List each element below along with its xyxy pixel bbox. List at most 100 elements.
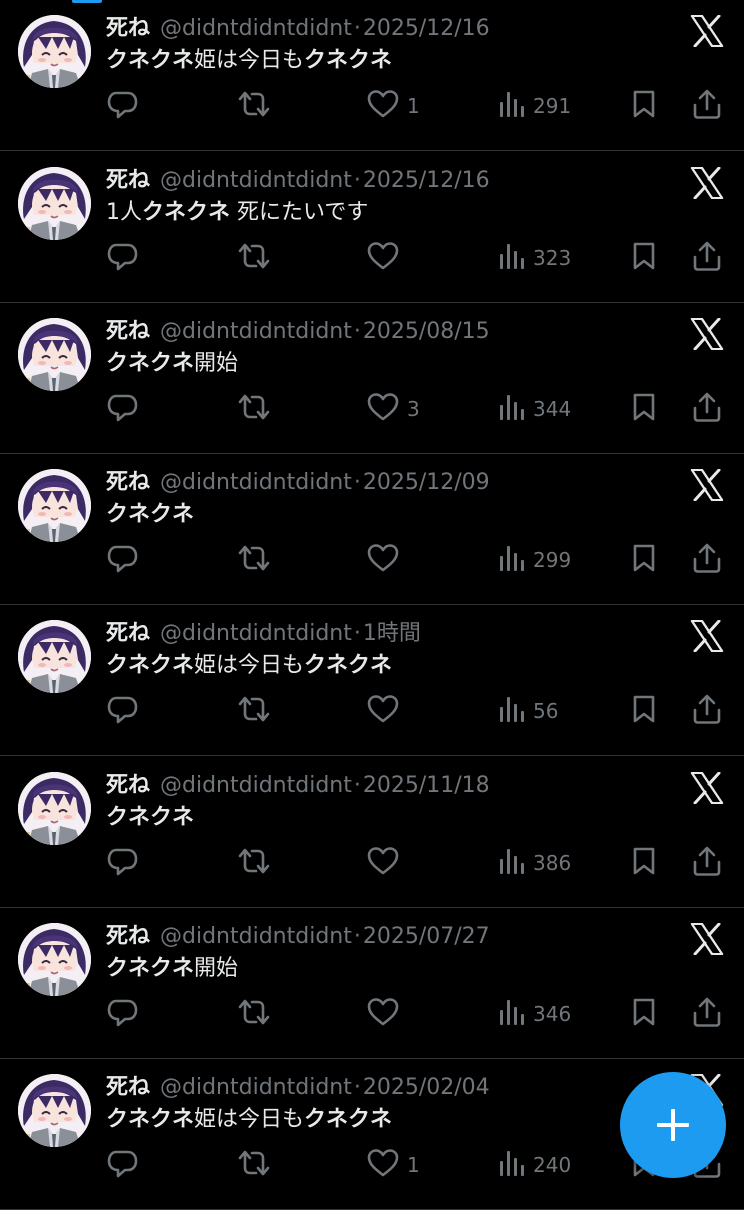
- user-handle[interactable]: @didntdidntdidnt: [160, 470, 352, 495]
- user-handle[interactable]: @didntdidntdidnt: [160, 621, 352, 646]
- retweet-button[interactable]: [236, 846, 272, 880]
- views-button[interactable]: 323: [499, 241, 571, 275]
- heart-icon: [367, 997, 399, 1032]
- timestamp[interactable]: 2025/07/27: [363, 924, 490, 949]
- tweet[interactable]: 死ね @didntdidntdidnt·1時間 クネクネ姫は今日もクネクネ 56: [0, 604, 744, 756]
- avatar[interactable]: [18, 772, 91, 845]
- reply-button[interactable]: [106, 241, 138, 275]
- retweet-button[interactable]: [236, 392, 272, 426]
- like-button[interactable]: [367, 846, 407, 880]
- avatar[interactable]: [18, 620, 91, 693]
- display-name[interactable]: 死ね: [106, 319, 150, 344]
- bookmark-button[interactable]: [631, 694, 657, 728]
- reply-button[interactable]: [106, 997, 138, 1031]
- bookmark-button[interactable]: [631, 846, 657, 880]
- tweet-actions: 1 291: [106, 89, 726, 123]
- like-button[interactable]: [367, 543, 407, 577]
- avatar[interactable]: [18, 318, 91, 391]
- x-logo-icon[interactable]: [690, 619, 724, 653]
- reply-icon: [106, 89, 138, 124]
- retweet-button[interactable]: [236, 997, 272, 1031]
- avatar[interactable]: [18, 15, 91, 88]
- tweet[interactable]: 死ね @didntdidntdidnt·2025/12/09 クネクネ 299: [0, 453, 744, 605]
- tweet[interactable]: 死ね @didntdidntdidnt·2025/08/15 クネクネ開始 3: [0, 302, 744, 454]
- timestamp[interactable]: 2025/02/04: [363, 1075, 490, 1100]
- views-button[interactable]: 346: [499, 997, 571, 1031]
- avatar[interactable]: [18, 1074, 91, 1147]
- avatar[interactable]: [18, 167, 91, 240]
- bookmark-button[interactable]: [631, 543, 657, 577]
- x-logo-icon[interactable]: [690, 771, 724, 805]
- views-button[interactable]: 386: [499, 846, 571, 880]
- timestamp[interactable]: 2025/11/18: [363, 773, 490, 798]
- like-button[interactable]: 1: [367, 89, 420, 123]
- tweet[interactable]: 死ね @didntdidntdidnt·2025/07/27 クネクネ開始 34…: [0, 907, 744, 1059]
- reply-button[interactable]: [106, 846, 138, 880]
- bookmark-button[interactable]: [631, 392, 657, 426]
- tweet[interactable]: 死ね @didntdidntdidnt·2025/12/16 1人クネクネ 死にた…: [0, 151, 744, 303]
- display-name[interactable]: 死ね: [106, 924, 150, 949]
- share-button[interactable]: [692, 89, 722, 123]
- views-button[interactable]: 299: [499, 543, 571, 577]
- user-handle[interactable]: @didntdidntdidnt: [160, 168, 352, 193]
- share-button[interactable]: [692, 694, 722, 728]
- like-button[interactable]: [367, 997, 407, 1031]
- bookmark-button[interactable]: [631, 997, 657, 1031]
- compose-button[interactable]: [620, 1072, 726, 1178]
- share-button[interactable]: [692, 392, 722, 426]
- display-name[interactable]: 死ね: [106, 1075, 150, 1100]
- display-name[interactable]: 死ね: [106, 773, 150, 798]
- reply-button[interactable]: [106, 694, 138, 728]
- share-button[interactable]: [692, 997, 722, 1031]
- share-button[interactable]: [692, 241, 722, 275]
- like-button[interactable]: 3: [367, 392, 420, 426]
- tweet-text: クネクネ: [106, 499, 194, 531]
- user-handle[interactable]: @didntdidntdidnt: [160, 319, 352, 344]
- x-logo-icon[interactable]: [690, 317, 724, 351]
- retweet-button[interactable]: [236, 89, 272, 123]
- like-button[interactable]: 1: [367, 1148, 420, 1182]
- views-button[interactable]: 291: [499, 89, 571, 123]
- retweet-button[interactable]: [236, 543, 272, 577]
- reply-button[interactable]: [106, 89, 138, 123]
- views-button[interactable]: 56: [499, 694, 558, 728]
- bookmark-button[interactable]: [631, 241, 657, 275]
- display-name[interactable]: 死ね: [106, 621, 150, 646]
- share-button[interactable]: [692, 543, 722, 577]
- avatar[interactable]: [18, 923, 91, 996]
- display-name[interactable]: 死ね: [106, 168, 150, 193]
- x-logo-icon[interactable]: [690, 166, 724, 200]
- reply-button[interactable]: [106, 392, 138, 426]
- timestamp[interactable]: 2025/12/09: [363, 470, 490, 495]
- x-logo-icon[interactable]: [690, 922, 724, 956]
- reply-icon: [106, 997, 138, 1032]
- avatar[interactable]: [18, 469, 91, 542]
- user-handle[interactable]: @didntdidntdidnt: [160, 924, 352, 949]
- share-button[interactable]: [692, 846, 722, 880]
- retweet-button[interactable]: [236, 694, 272, 728]
- user-handle[interactable]: @didntdidntdidnt: [160, 16, 352, 41]
- user-handle[interactable]: @didntdidntdidnt: [160, 1075, 352, 1100]
- views-button[interactable]: 344: [499, 392, 571, 426]
- retweet-button[interactable]: [236, 1148, 272, 1182]
- like-button[interactable]: [367, 241, 407, 275]
- retweet-button[interactable]: [236, 241, 272, 275]
- views-button[interactable]: 240: [499, 1148, 571, 1182]
- reply-button[interactable]: [106, 543, 138, 577]
- reply-button[interactable]: [106, 1148, 138, 1182]
- tweet[interactable]: 死ね @didntdidntdidnt·2025/11/18 クネクネ 386: [0, 756, 744, 908]
- like-button[interactable]: [367, 694, 407, 728]
- timestamp[interactable]: 2025/12/16: [363, 16, 490, 41]
- x-logo-icon[interactable]: [690, 14, 724, 48]
- tweet[interactable]: 死ね @didntdidntdidnt·2025/12/16 クネクネ姫は今日もク…: [0, 0, 744, 151]
- user-handle[interactable]: @didntdidntdidnt: [160, 773, 352, 798]
- bookmark-button[interactable]: [631, 89, 657, 123]
- tweet-timeline[interactable]: 死ね @didntdidntdidnt·2025/12/16 クネクネ姫は今日もク…: [0, 0, 744, 1210]
- timestamp[interactable]: 2025/12/16: [363, 168, 490, 193]
- x-logo-icon[interactable]: [690, 468, 724, 502]
- display-name[interactable]: 死ね: [106, 470, 150, 495]
- like-count: 1: [407, 1153, 420, 1177]
- timestamp[interactable]: 2025/08/15: [363, 319, 490, 344]
- timestamp[interactable]: 1時間: [363, 621, 421, 646]
- display-name[interactable]: 死ね: [106, 16, 150, 41]
